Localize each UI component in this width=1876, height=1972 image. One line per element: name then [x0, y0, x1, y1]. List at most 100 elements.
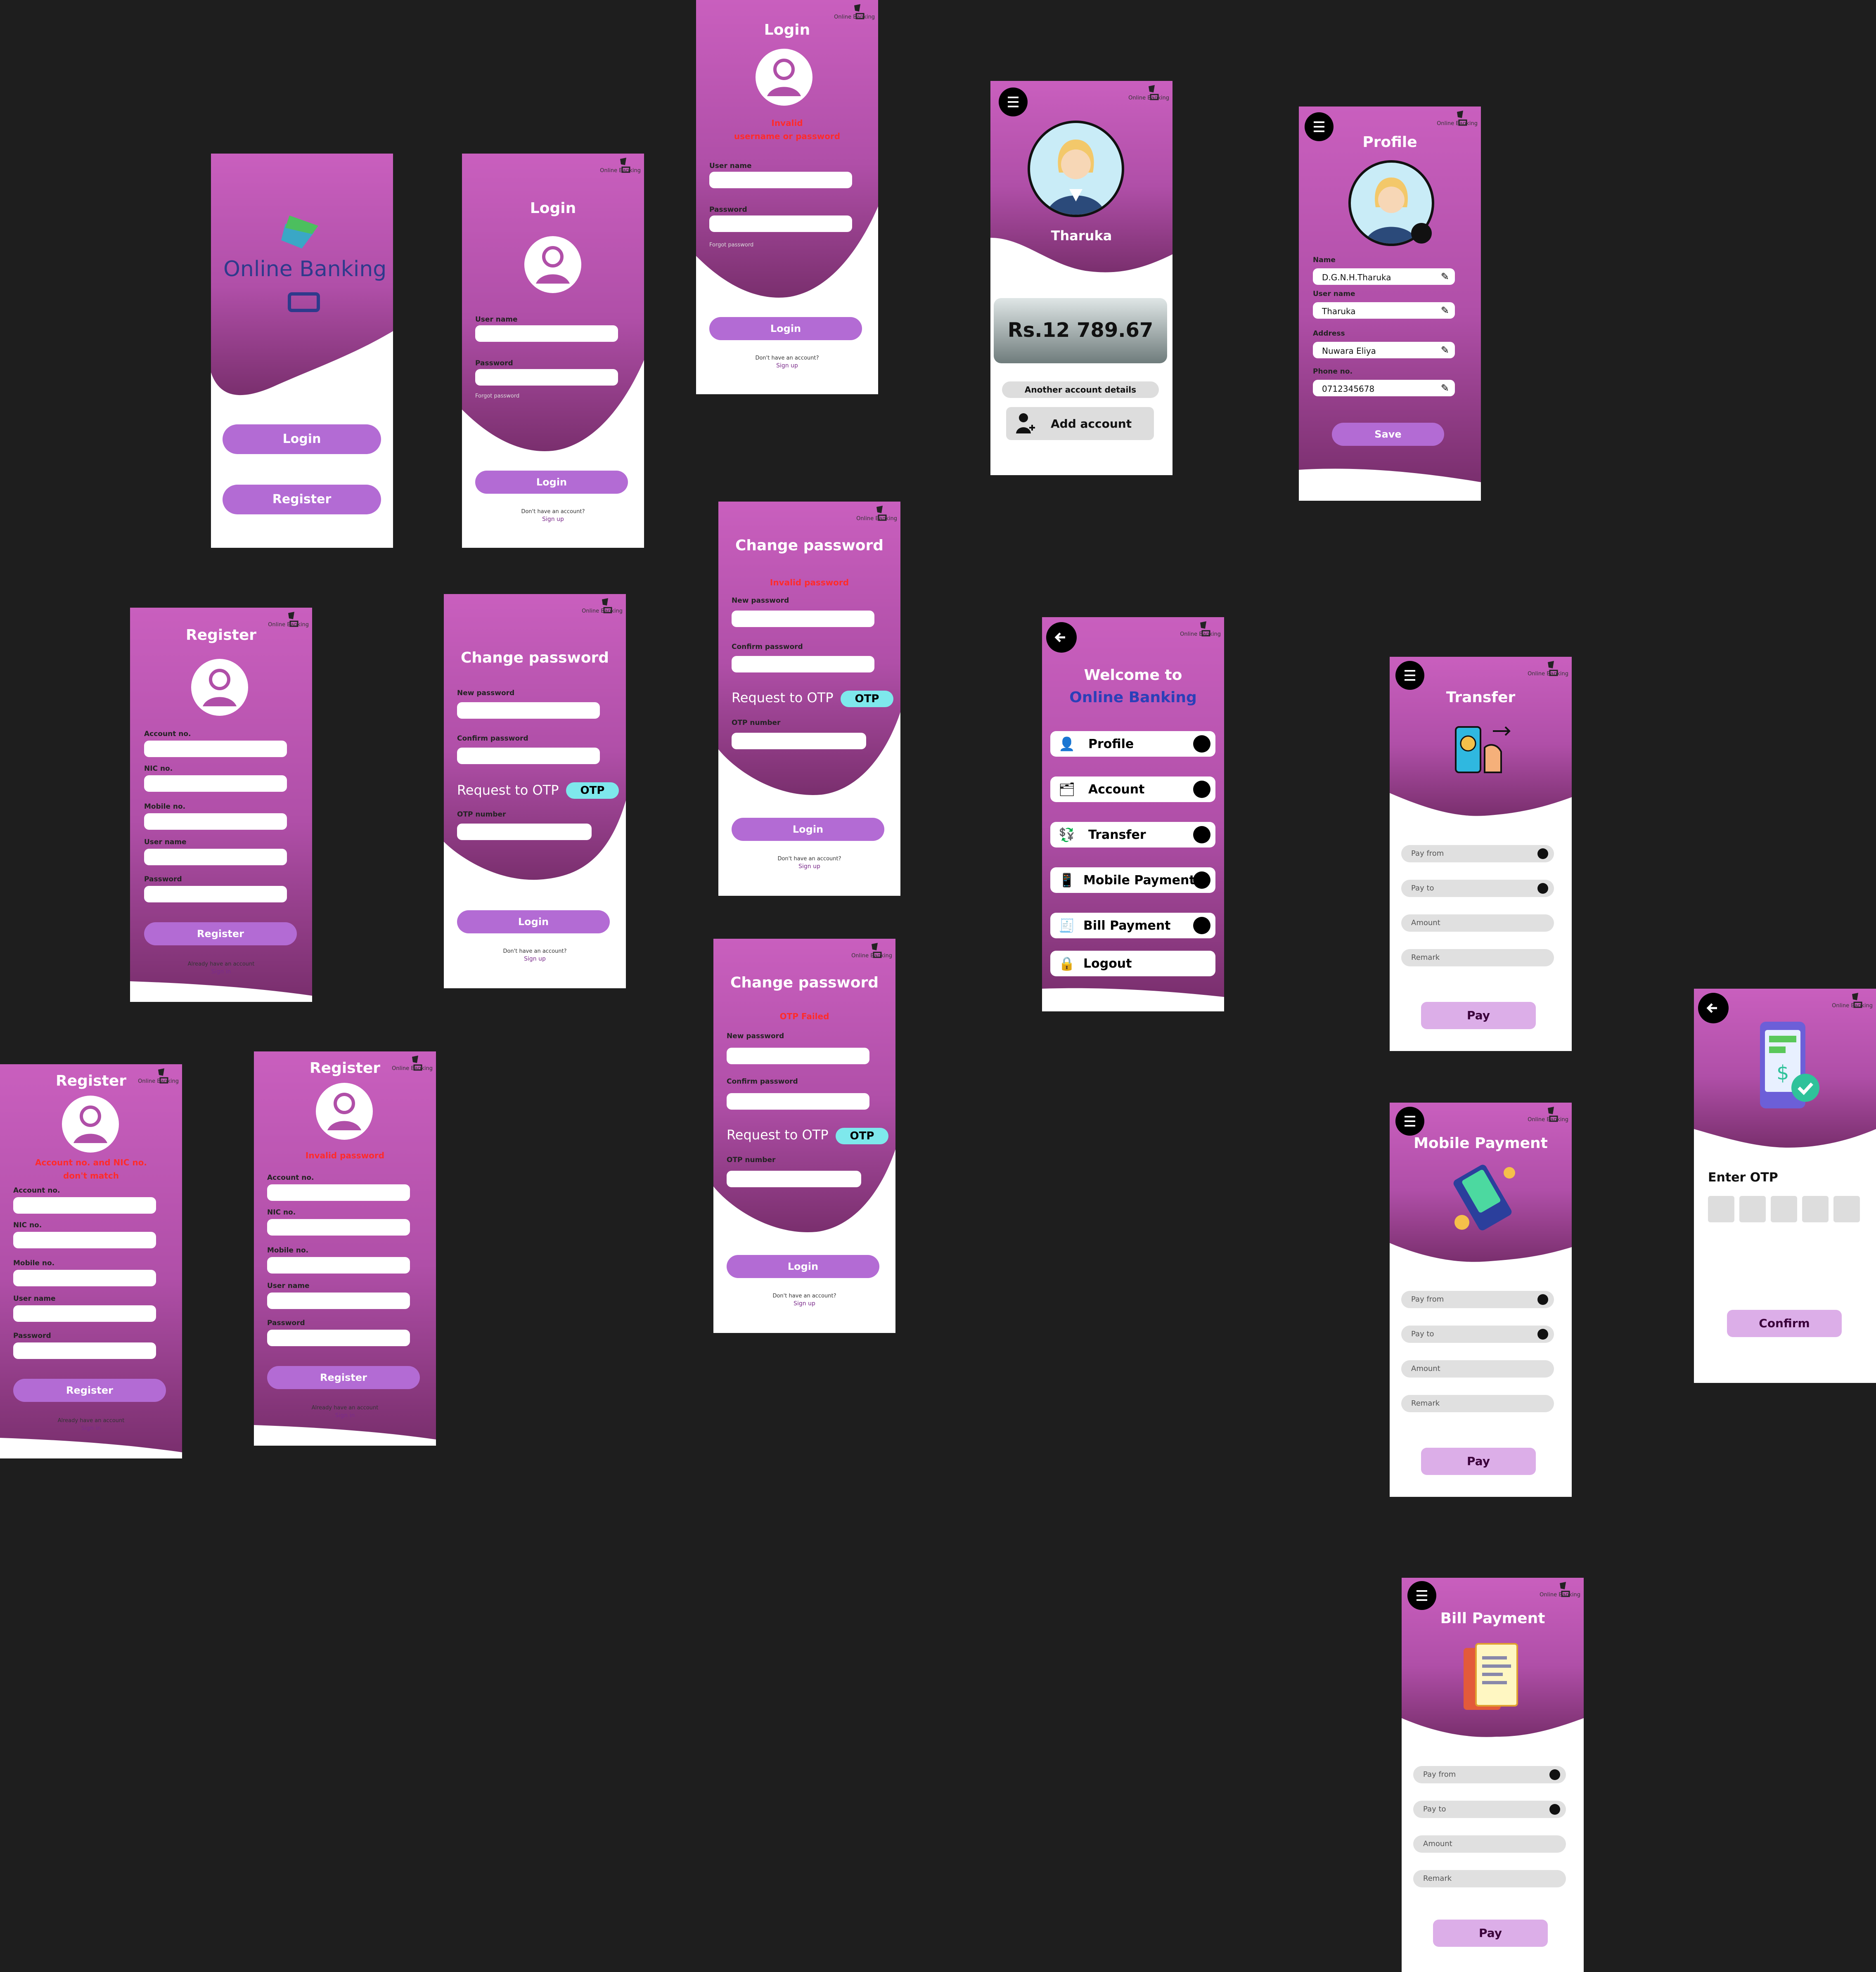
signup-link[interactable]: Sign up	[718, 863, 900, 870]
otp-number-input[interactable]	[732, 733, 866, 749]
page-title: Profile	[1362, 134, 1417, 151]
menu-item-profile[interactable]: 👤 Profile	[1050, 731, 1215, 757]
account-input[interactable]	[13, 1197, 156, 1214]
register-button[interactable]: Register	[223, 485, 381, 514]
username-input[interactable]	[475, 325, 618, 342]
password-input[interactable]	[709, 215, 852, 232]
another-account-button[interactable]: Another account details	[1002, 381, 1159, 398]
login-button[interactable]: Login	[223, 424, 381, 454]
edit-pencil-icon[interactable]: ✎	[1441, 271, 1449, 282]
amount-input[interactable]: Amount	[1413, 1835, 1566, 1853]
confirm-password-input[interactable]	[732, 656, 874, 672]
menu-button[interactable]	[1395, 661, 1424, 690]
new-password-input[interactable]	[457, 702, 600, 719]
confirm-button[interactable]: Confirm	[1727, 1310, 1842, 1337]
balance-card: Rs.12 789.67	[994, 298, 1167, 363]
otp-button[interactable]: OTP	[836, 1128, 888, 1144]
menu-item-bill-payment[interactable]: 🧾 Bill Payment	[1050, 913, 1215, 938]
username-field[interactable]: Tharuka ✎	[1313, 302, 1455, 319]
edit-pencil-icon[interactable]: ✎	[1441, 305, 1449, 316]
register-submit-button[interactable]: Register	[144, 922, 297, 945]
otp-number-input[interactable]	[727, 1171, 861, 1187]
remark-input[interactable]: Remark	[1401, 1395, 1554, 1412]
back-arrow-icon[interactable]	[1046, 622, 1077, 653]
amount-input[interactable]: Amount	[1401, 914, 1554, 932]
menu-item-account[interactable]: 🗂 Account	[1050, 776, 1215, 802]
nic-input[interactable]	[144, 775, 287, 792]
confirm-password-input[interactable]	[727, 1093, 869, 1110]
signin-link[interactable]: Sign in	[130, 968, 312, 975]
pay-to-select[interactable]: Pay to	[1401, 880, 1554, 897]
mobile-input[interactable]	[267, 1257, 410, 1274]
camera-icon[interactable]	[1411, 223, 1432, 244]
remark-input[interactable]: Remark	[1413, 1870, 1566, 1887]
register-submit-button[interactable]: Register	[267, 1366, 420, 1389]
otp-digit-3[interactable]	[1771, 1196, 1797, 1222]
save-button[interactable]: Save	[1332, 423, 1444, 446]
forgot-password-link[interactable]: Forgot password	[475, 393, 519, 399]
pay-from-select[interactable]: Pay from	[1401, 845, 1554, 862]
name-field[interactable]: D.G.N.H.Tharuka ✎	[1313, 268, 1455, 285]
remark-input[interactable]: Remark	[1401, 949, 1554, 966]
username-input[interactable]	[13, 1305, 156, 1322]
pay-from-select[interactable]: Pay from	[1401, 1291, 1554, 1308]
edit-pencil-icon[interactable]: ✎	[1441, 344, 1449, 356]
menu-item-mobile-payment[interactable]: 📱 Mobile Payment	[1050, 867, 1215, 893]
login-submit-button[interactable]: Login	[475, 471, 628, 494]
password-input[interactable]	[144, 886, 287, 902]
confirm-password-label: Confirm password	[457, 734, 528, 743]
menu-button[interactable]	[1407, 1581, 1436, 1610]
otp-button[interactable]: OTP	[841, 691, 893, 707]
edit-pencil-icon[interactable]: ✎	[1441, 382, 1449, 394]
back-arrow-icon[interactable]	[1698, 993, 1729, 1023]
forgot-password-link[interactable]: Forgot password	[709, 242, 753, 248]
address-field[interactable]: Nuwara Eliya ✎	[1313, 342, 1455, 358]
register-submit-button[interactable]: Register	[13, 1379, 166, 1402]
new-password-input[interactable]	[727, 1048, 869, 1064]
pay-button[interactable]: Pay	[1433, 1920, 1548, 1947]
pay-to-select[interactable]: Pay to	[1401, 1326, 1554, 1343]
otp-digit-5[interactable]	[1833, 1196, 1860, 1222]
menu-button[interactable]	[1395, 1107, 1424, 1136]
menu-button[interactable]	[999, 88, 1028, 116]
signup-link[interactable]: Sign up	[444, 956, 626, 962]
pay-from-select[interactable]: Pay from	[1413, 1766, 1566, 1783]
otp-digit-4[interactable]	[1802, 1196, 1829, 1222]
password-input[interactable]	[475, 369, 618, 386]
menu-item-transfer[interactable]: 💱 Transfer	[1050, 822, 1215, 848]
signin-link[interactable]: Sign in	[254, 1412, 436, 1419]
pay-to-select[interactable]: Pay to	[1413, 1801, 1566, 1818]
account-input[interactable]	[267, 1184, 410, 1201]
pay-button[interactable]: Pay	[1421, 1002, 1536, 1029]
balance-amount: Rs.12 789.67	[1007, 319, 1154, 342]
signup-link[interactable]: Sign up	[696, 362, 878, 369]
pay-button[interactable]: Pay	[1421, 1448, 1536, 1475]
amount-input[interactable]: Amount	[1401, 1360, 1554, 1378]
mobile-input[interactable]	[13, 1270, 156, 1286]
username-input[interactable]	[267, 1293, 410, 1309]
login-submit-button[interactable]: Login	[709, 317, 862, 340]
login-submit-button[interactable]: Login	[457, 910, 610, 933]
menu-item-logout[interactable]: 🔒 Logout	[1050, 951, 1215, 976]
phone-field[interactable]: 0712345678 ✎	[1313, 380, 1455, 396]
nic-input[interactable]	[267, 1219, 410, 1236]
password-input[interactable]	[13, 1342, 156, 1359]
login-submit-button[interactable]: Login	[727, 1255, 879, 1278]
account-input[interactable]	[144, 741, 287, 757]
add-account-button[interactable]: Add account	[1006, 407, 1154, 440]
signup-link[interactable]: Sign up	[462, 516, 644, 523]
otp-number-input[interactable]	[457, 824, 592, 840]
username-input[interactable]	[709, 172, 852, 188]
otp-button[interactable]: OTP	[566, 782, 619, 799]
username-input[interactable]	[144, 849, 287, 865]
nic-input[interactable]	[13, 1232, 156, 1248]
login-submit-button[interactable]: Login	[732, 818, 884, 841]
otp-digit-2[interactable]	[1739, 1196, 1766, 1222]
confirm-password-input[interactable]	[457, 748, 600, 764]
mobile-input[interactable]	[144, 813, 287, 830]
otp-digit-1[interactable]	[1708, 1196, 1734, 1222]
signin-link[interactable]: Sign in	[0, 1425, 182, 1432]
new-password-input[interactable]	[732, 611, 874, 627]
signup-link[interactable]: Sign up	[713, 1300, 895, 1307]
password-input[interactable]	[267, 1330, 410, 1346]
